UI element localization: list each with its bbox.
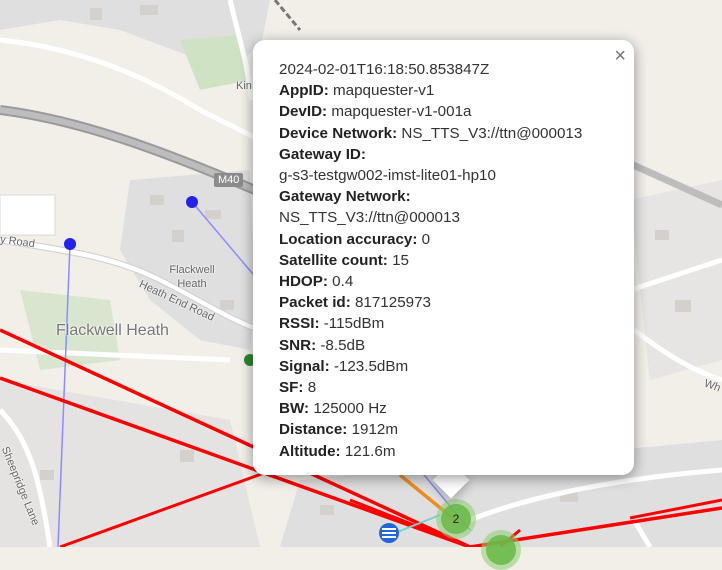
popup-field-label: HDOP: — [279, 273, 328, 291]
cluster-count-partial — [486, 535, 516, 565]
popup-close-button[interactable]: × — [614, 46, 626, 66]
popup-field-label: Device Network: — [279, 124, 398, 142]
popup-field-label: SF: — [279, 379, 304, 397]
popup-field-value: -115dBm — [319, 315, 385, 333]
popup-field-label: Satellite count: — [279, 251, 388, 269]
gateway-icon[interactable] — [379, 523, 399, 543]
popup-field-label: Altitude: — [279, 442, 341, 460]
popup-field-value: NS_TTS_V3://ttn@000013 — [397, 124, 583, 142]
info-popup: × 2024-02-01T16:18:50.853847Z AppID: map… — [253, 40, 634, 475]
cluster-marker[interactable]: 2 — [436, 499, 476, 539]
popup-field-row: Packet id: 817125973 — [279, 292, 614, 313]
popup-field-row: NS_TTS_V3://ttn@000013 — [279, 207, 614, 228]
popup-field-row: HDOP: 0.4 — [279, 271, 614, 292]
popup-field-value: 121.6m — [340, 442, 396, 460]
popup-field-label: Location accuracy: — [279, 230, 418, 248]
popup-field-label: Packet id: — [279, 294, 351, 312]
cluster-marker-partial[interactable] — [481, 530, 521, 570]
popup-field-value: 8 — [303, 379, 317, 397]
popup-field-value: 0 — [417, 230, 431, 248]
popup-field-row: RSSI: -115dBm — [279, 313, 614, 334]
popup-field-value: 15 — [387, 251, 409, 269]
white-parcel — [0, 194, 56, 236]
popup-field-row: Gateway Network: — [279, 186, 614, 207]
popup-field-label: RSSI: — [279, 315, 320, 333]
popup-field-value: 1912m — [347, 421, 399, 439]
popup-field-row: Device Network: NS_TTS_V3://ttn@000013 — [279, 123, 614, 144]
popup-field-row: DevID: mapquester-v1-001a — [279, 101, 614, 122]
popup-fields: AppID: mapquester-v1 DevID: mapquester-v1… — [279, 80, 614, 462]
popup-field-label: SNR: — [279, 336, 317, 354]
popup-field-value: NS_TTS_V3://ttn@000013 — [279, 209, 460, 227]
popup-field-row: AppID: mapquester-v1 — [279, 80, 614, 101]
popup-field-label: Gateway ID: — [279, 145, 366, 163]
popup-field-value: 125000 Hz — [309, 400, 387, 418]
popup-field-row: BW: 125000 Hz — [279, 398, 614, 419]
popup-field-row: SNR: -8.5dB — [279, 335, 614, 356]
popup-field-label: Signal: — [279, 357, 330, 375]
flackwell-heath-small-label: Flackwell Heath — [169, 264, 215, 290]
popup-field-label: Gateway Network: — [279, 188, 411, 206]
popup-timestamp: 2024-02-01T16:18:50.853847Z — [279, 61, 490, 78]
cluster-count: 2 — [441, 504, 471, 534]
popup-field-value: -8.5dB — [316, 336, 366, 354]
popup-field-value: mapquester-v1 — [328, 82, 435, 100]
popup-field-row: Satellite count: 15 — [279, 250, 614, 271]
popup-field-row: Distance: 1912m — [279, 419, 614, 440]
popup-field-row: Gateway ID: — [279, 144, 614, 165]
popup-field-value: -123.5dBm — [329, 357, 409, 375]
device-marker-1[interactable] — [186, 196, 198, 208]
popup-field-row: g-s3-testgw002-imst-lite01-hp10 — [279, 165, 614, 186]
popup-field-value: 0.4 — [327, 273, 354, 291]
device-marker-2[interactable] — [64, 238, 76, 250]
popup-field-label: DevID: — [279, 103, 328, 121]
m40-label: M40 — [214, 173, 244, 187]
kin-partial-label: Kin — [236, 80, 252, 92]
popup-field-value: 817125973 — [350, 294, 431, 312]
popup-field-row: SF: 8 — [279, 377, 614, 398]
popup-field-value: g-s3-testgw002-imst-lite01-hp10 — [279, 167, 496, 185]
popup-field-row: Location accuracy: 0 — [279, 229, 614, 250]
flackwell-heath-large-label: Flackwell Heath — [56, 322, 169, 339]
popup-field-label: Distance: — [279, 421, 348, 439]
popup-field-row: Signal: -123.5dBm — [279, 356, 614, 377]
popup-field-value: mapquester-v1-001a — [327, 103, 472, 121]
popup-field-row: Altitude: 121.6m — [279, 441, 614, 462]
popup-field-label: BW: — [279, 400, 310, 418]
popup-field-label: AppID: — [279, 82, 329, 100]
